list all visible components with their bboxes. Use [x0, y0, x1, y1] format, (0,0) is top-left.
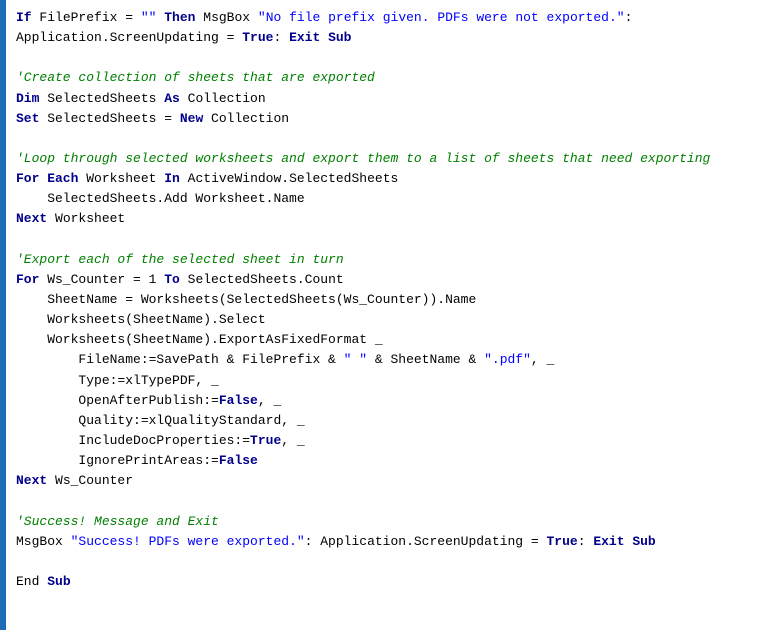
code-line: Next Ws_Counter [16, 471, 763, 491]
kw-token: As [164, 91, 180, 106]
comment-token: 'Success! Message and Exit [16, 514, 219, 529]
kw-token: In [164, 171, 180, 186]
kw-token: Next [16, 473, 47, 488]
kw-token: False [219, 393, 258, 408]
code-line: 'Export each of the selected sheet in tu… [16, 250, 763, 270]
code-line: Dim SelectedSheets As Collection [16, 89, 763, 109]
normal-token: Type:=xlTypePDF, _ [16, 373, 219, 388]
normal-token: Collection [203, 111, 289, 126]
normal-token: SelectedSheets.Add Worksheet.Name [16, 191, 305, 206]
code-line: 'Success! Message and Exit [16, 512, 763, 532]
normal-token: : [578, 534, 594, 549]
kw-token: New [180, 111, 203, 126]
empty-line [16, 552, 763, 572]
normal-token: End [16, 574, 47, 589]
normal-token: IncludeDocProperties:= [16, 433, 250, 448]
normal-token: IgnorePrintAreas:= [16, 453, 219, 468]
normal-token: , _ [281, 433, 304, 448]
empty-line [16, 491, 763, 511]
code-line: Type:=xlTypePDF, _ [16, 371, 763, 391]
normal-token: , _ [258, 393, 281, 408]
normal-token: SelectedSheets = [39, 111, 179, 126]
kw-token: Then [164, 10, 195, 25]
kw-token: True [242, 30, 273, 45]
comment-token: 'Create collection of sheets that are ex… [16, 70, 375, 85]
str-token: "" [141, 10, 157, 25]
code-line: If FilePrefix = "" Then MsgBox "No file … [16, 8, 763, 28]
str-token: ".pdf" [484, 352, 531, 367]
normal-token: Worksheet [78, 171, 164, 186]
code-line: For Ws_Counter = 1 To SelectedSheets.Cou… [16, 270, 763, 290]
code-line: Quality:=xlQualityStandard, _ [16, 411, 763, 431]
code-line: Worksheets(SheetName).Select [16, 310, 763, 330]
kw-token: For Each [16, 171, 78, 186]
code-line: End Sub [16, 572, 763, 592]
normal-token: : [625, 10, 633, 25]
code-line: OpenAfterPublish:=False, _ [16, 391, 763, 411]
normal-token: , _ [531, 352, 554, 367]
code-line: Next Worksheet [16, 209, 763, 229]
kw-token: To [164, 272, 180, 287]
empty-line [16, 129, 763, 149]
comment-token: 'Loop through selected worksheets and ex… [16, 151, 710, 166]
normal-token: FilePrefix = [32, 10, 141, 25]
code-content[interactable]: If FilePrefix = "" Then MsgBox "No file … [6, 0, 773, 630]
normal-token: SheetName = Worksheets(SelectedSheets(Ws… [16, 292, 476, 307]
code-line: Worksheets(SheetName).ExportAsFixedForma… [16, 330, 763, 350]
code-line: 'Loop through selected worksheets and ex… [16, 149, 763, 169]
normal-token: Worksheets(SheetName).ExportAsFixedForma… [16, 332, 383, 347]
normal-token: Worksheets(SheetName).Select [16, 312, 266, 327]
kw-token: Sub [47, 574, 70, 589]
code-line: IncludeDocProperties:=True, _ [16, 431, 763, 451]
code-line: 'Create collection of sheets that are ex… [16, 68, 763, 88]
normal-token: Ws_Counter = 1 [39, 272, 164, 287]
normal-token: Ws_Counter [47, 473, 133, 488]
normal-token: & SheetName & [367, 352, 484, 367]
normal-token: : [273, 30, 289, 45]
kw-token: For [16, 272, 39, 287]
normal-token: FileName:=SavePath & FilePrefix & [16, 352, 344, 367]
normal-token: SelectedSheets [39, 91, 164, 106]
kw-token: Exit Sub [289, 30, 351, 45]
normal-token: MsgBox [195, 10, 257, 25]
kw-token: If [16, 10, 32, 25]
str-token: "Success! PDFs were exported." [71, 534, 305, 549]
code-line: MsgBox "Success! PDFs were exported.": A… [16, 532, 763, 552]
kw-token: Next [16, 211, 47, 226]
normal-token: Worksheet [47, 211, 125, 226]
kw-token: Set [16, 111, 39, 126]
code-line: IgnorePrintAreas:=False [16, 451, 763, 471]
str-token: " " [344, 352, 367, 367]
empty-line [16, 230, 763, 250]
code-line: Set SelectedSheets = New Collection [16, 109, 763, 129]
code-line: For Each Worksheet In ActiveWindow.Selec… [16, 169, 763, 189]
empty-line [16, 48, 763, 68]
code-line: SelectedSheets.Add Worksheet.Name [16, 189, 763, 209]
normal-token: OpenAfterPublish:= [16, 393, 219, 408]
code-line: SheetName = Worksheets(SelectedSheets(Ws… [16, 290, 763, 310]
normal-token: Collection [180, 91, 266, 106]
str-token: "No file prefix given. PDFs were not exp… [258, 10, 625, 25]
kw-token: True [547, 534, 578, 549]
code-line: FileName:=SavePath & FilePrefix & " " & … [16, 350, 763, 370]
normal-token: Quality:=xlQualityStandard, _ [16, 413, 305, 428]
normal-token: SelectedSheets.Count [180, 272, 344, 287]
code-container: If FilePrefix = "" Then MsgBox "No file … [0, 0, 773, 630]
comment-token: 'Export each of the selected sheet in tu… [16, 252, 344, 267]
normal-token: MsgBox [16, 534, 71, 549]
normal-token: ActiveWindow.SelectedSheets [180, 171, 398, 186]
kw-token: Exit Sub [593, 534, 655, 549]
code-line: Application.ScreenUpdating = True: Exit … [16, 28, 763, 48]
kw-token: False [219, 453, 258, 468]
kw-token: Dim [16, 91, 39, 106]
normal-token: : Application.ScreenUpdating = [305, 534, 547, 549]
normal-token: Application.ScreenUpdating = [16, 30, 242, 45]
kw-token: True [250, 433, 281, 448]
